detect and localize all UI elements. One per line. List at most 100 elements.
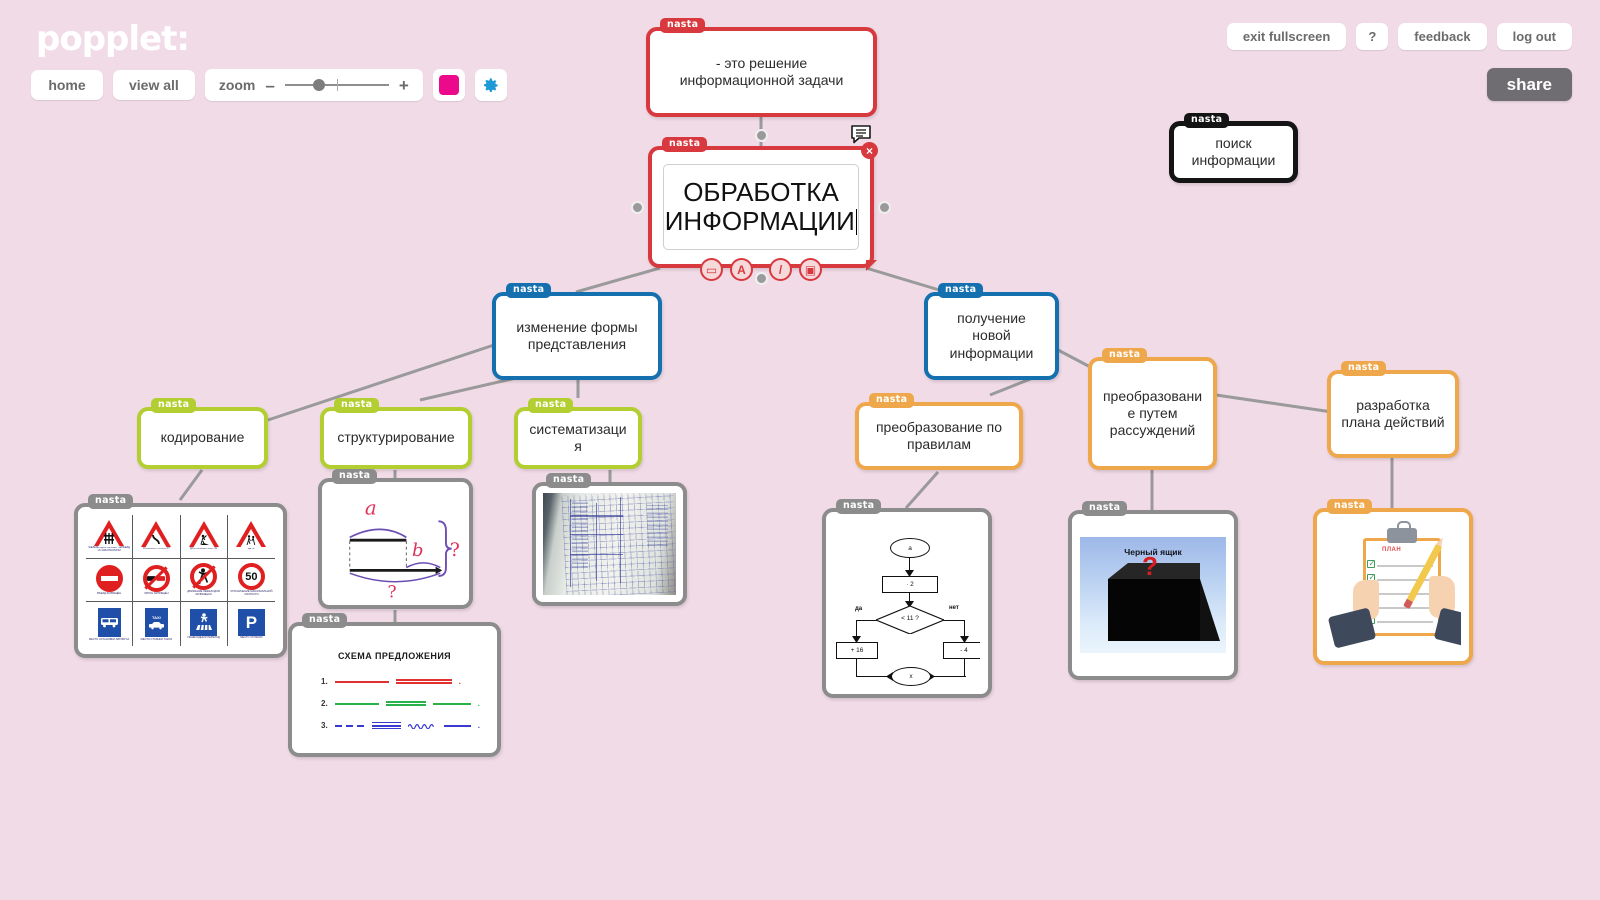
popplet-math-diagram[interactable]: nasta a b ? ? — [318, 469, 473, 609]
popplet-text: систематизаци я — [529, 420, 627, 454]
popplet-kodirovanie[interactable]: nasta кодирование — [137, 398, 268, 469]
graph-paper-photo — [543, 493, 676, 595]
flow-op-add: + 16 — [836, 642, 878, 659]
popplet-flowchart[interactable]: nasta a · 2 < 11 ? да нет + 16 - 4 x — [822, 499, 992, 698]
flow-no-label: нет — [949, 605, 959, 611]
add-popplet-button[interactable]: ▭ — [700, 258, 723, 281]
sentence-scheme-image: СХЕМА ПРЕДЛОЖЕНИЯ 1. . 2. . 3. . — [297, 631, 492, 748]
popplet-izmenenie-formy[interactable]: nasta изменение формы представления — [492, 283, 662, 380]
feedback-button[interactable]: feedback — [1398, 23, 1487, 50]
connect-handle-right[interactable] — [878, 201, 891, 214]
settings-button[interactable] — [474, 69, 507, 101]
popplet-text-input[interactable]: ОБРАБОТКА ИНФОРМАЦИИ — [663, 164, 859, 250]
node-owner-tag: nasta — [1082, 501, 1128, 516]
node-owner-tag: nasta — [506, 283, 552, 298]
sign-caption: ЖЕЛЕЗНОДОРОЖНЫЙ ПЕРЕЕЗД СО ШЛАГБАУМОМ — [88, 545, 130, 552]
popplet-definition[interactable]: nasta - это решение информационной задач… — [646, 18, 877, 117]
road-signs-image: ЖЕЛЕЗНОДОРОЖНЫЙ ПЕРЕЕЗД СО ШЛАГБАУМОМ ОП… — [86, 515, 275, 646]
zoom-in-button[interactable]: + — [399, 77, 409, 94]
text-caret — [855, 209, 858, 235]
help-button[interactable]: ? — [1356, 23, 1389, 50]
scheme-row: 3. . — [321, 721, 480, 730]
checklist-image: ПЛАН — [1325, 520, 1461, 653]
view-all-button[interactable]: view all — [113, 70, 195, 100]
home-button[interactable]: home — [31, 70, 103, 100]
popplet-sistematizaciya[interactable]: nasta систематизаци я — [514, 398, 642, 469]
sign-speed-limit: 50 ОГРАНИЧЕНИЕ МАКСИМАЛЬНОЙ СКОРОСТИ — [227, 559, 275, 603]
connect-handle-left[interactable] — [631, 201, 644, 214]
draw-tool-button[interactable]: / — [769, 258, 792, 281]
share-button[interactable]: share — [1486, 68, 1572, 101]
popplet-graph-paper-photo[interactable]: nasta — [532, 473, 687, 606]
math-diagram-image: a b ? ? — [329, 489, 462, 598]
popplet-selected-root[interactable]: nasta ОБРАБОТКА ИНФОРМАЦИИ × ▭ A / ▣ — [631, 125, 891, 285]
image-tool-button[interactable]: ▣ — [799, 258, 822, 281]
node-owner-tag: nasta — [546, 473, 592, 488]
sign-road-works: ДОРОЖНЫЕ РАБОТЫ — [180, 515, 228, 559]
color-swatch — [438, 75, 459, 95]
sign-dangerous-turn: ОПАСНЫЙ ПОВОРОТ — [133, 515, 181, 559]
flow-op-multiply: · 2 — [882, 576, 938, 593]
speed-limit-value: 50 — [245, 570, 258, 583]
node-owner-tag: nasta — [528, 398, 574, 413]
math-label-b: b — [412, 540, 423, 561]
clipboard-title: ПЛАН — [1382, 547, 1402, 553]
sign-railway-crossing: ЖЕЛЕЗНОДОРОЖНЫЙ ПЕРЕЕЗД СО ШЛАГБАУМОМ — [86, 515, 134, 559]
node-owner-tag: nasta — [302, 613, 348, 628]
flow-yes-label: да — [855, 606, 863, 612]
scheme-row-number: 2. — [321, 699, 328, 708]
scheme-row: 1. . — [321, 677, 461, 686]
popplet-tools: ▭ A / ▣ — [700, 258, 822, 281]
popplet-razrabotka-plana[interactable]: nasta разработка плана действий — [1327, 361, 1459, 458]
node-owner-tag: nasta — [938, 283, 984, 298]
resize-handle[interactable] — [866, 260, 877, 271]
popplet-text: поиск информации — [1191, 134, 1276, 168]
popplet-preobrazovanie-rassuzhdeniya[interactable]: nasta преобразовани е путем рассуждений — [1088, 348, 1217, 470]
popplet-sentence-scheme[interactable]: nasta СХЕМА ПРЕДЛОЖЕНИЯ 1. . 2. . 3. . — [288, 613, 501, 757]
popplet-road-signs[interactable]: nasta ЖЕЛЕЗНОДОРОЖНЫЙ ПЕРЕЕЗД СО ШЛАГБАУ… — [74, 494, 287, 658]
zoom-slider-tick — [336, 79, 338, 91]
flow-start: a — [890, 538, 930, 558]
popplet-black-box[interactable]: nasta Черный ящик ? — [1068, 501, 1238, 680]
flow-decision-text: < 11 ? — [901, 615, 919, 622]
math-question-right: ? — [450, 539, 460, 561]
popplet-poisk-informacii[interactable]: nasta поиск информации — [1169, 113, 1298, 183]
app-logo: popplet: — [36, 19, 190, 59]
node-owner-tag: nasta — [1341, 361, 1387, 376]
logout-button[interactable]: log out — [1496, 23, 1572, 50]
popplet-checklist[interactable]: nasta ПЛАН — [1313, 499, 1473, 665]
flow-end: x — [891, 667, 931, 686]
connect-handle-top[interactable] — [755, 129, 768, 142]
node-owner-tag: nasta — [836, 499, 882, 514]
popplet-canvas[interactable]: popplet: home view all zoom – + exit ful… — [0, 0, 1600, 900]
zoom-label: zoom — [218, 77, 256, 93]
scheme-row: 2. . — [321, 699, 480, 708]
sign-taxi-stop: TAXI МЕСТО СТОЯНКИ ТАКСИ — [133, 602, 181, 646]
node-owner-tag: nasta — [869, 393, 915, 408]
parking-letter: P — [245, 612, 258, 632]
popplet-poluchenie-informacii[interactable]: nasta получение новой информации — [924, 283, 1059, 380]
node-owner-tag: nasta — [151, 398, 197, 413]
zoom-control[interactable]: zoom – + — [204, 69, 423, 101]
node-owner-tag: nasta — [1327, 499, 1373, 514]
popplet-text: ОБРАБОТКА ИНФОРМАЦИИ — [665, 177, 858, 236]
popplet-text: - это решение информационной задачи — [679, 54, 844, 88]
zoom-slider[interactable] — [284, 78, 389, 92]
exit-fullscreen-button[interactable]: exit fullscreen — [1226, 23, 1347, 50]
left-toolbar: home view all zoom – + — [31, 69, 507, 101]
comment-icon[interactable] — [850, 125, 872, 150]
right-toolbar: exit fullscreen ? feedback log out — [1226, 23, 1572, 50]
sign-parking: P МЕСТО СТОЯНКИ — [228, 602, 275, 646]
text-tool-button[interactable]: A — [730, 258, 753, 281]
math-label-a: a — [365, 497, 377, 520]
sign-caption: ВЪЕЗД ЗАПРЕЩЁН — [97, 591, 122, 595]
node-owner-tag: nasta — [660, 18, 706, 33]
color-picker-button[interactable] — [432, 69, 465, 101]
popplet-preobrazovanie-po-pravilam[interactable]: nasta преобразование по правилам — [855, 393, 1023, 470]
popplet-text: структурирование — [337, 429, 455, 446]
node-owner-tag: nasta — [334, 398, 380, 413]
zoom-slider-handle[interactable] — [312, 79, 325, 91]
sign-bus-stop: МЕСТО ОСТАНОВКИ АВТОБУСА — [86, 602, 134, 646]
popplet-strukturirovanie[interactable]: nasta структурирование — [320, 398, 472, 469]
zoom-out-button[interactable]: – — [265, 77, 274, 94]
